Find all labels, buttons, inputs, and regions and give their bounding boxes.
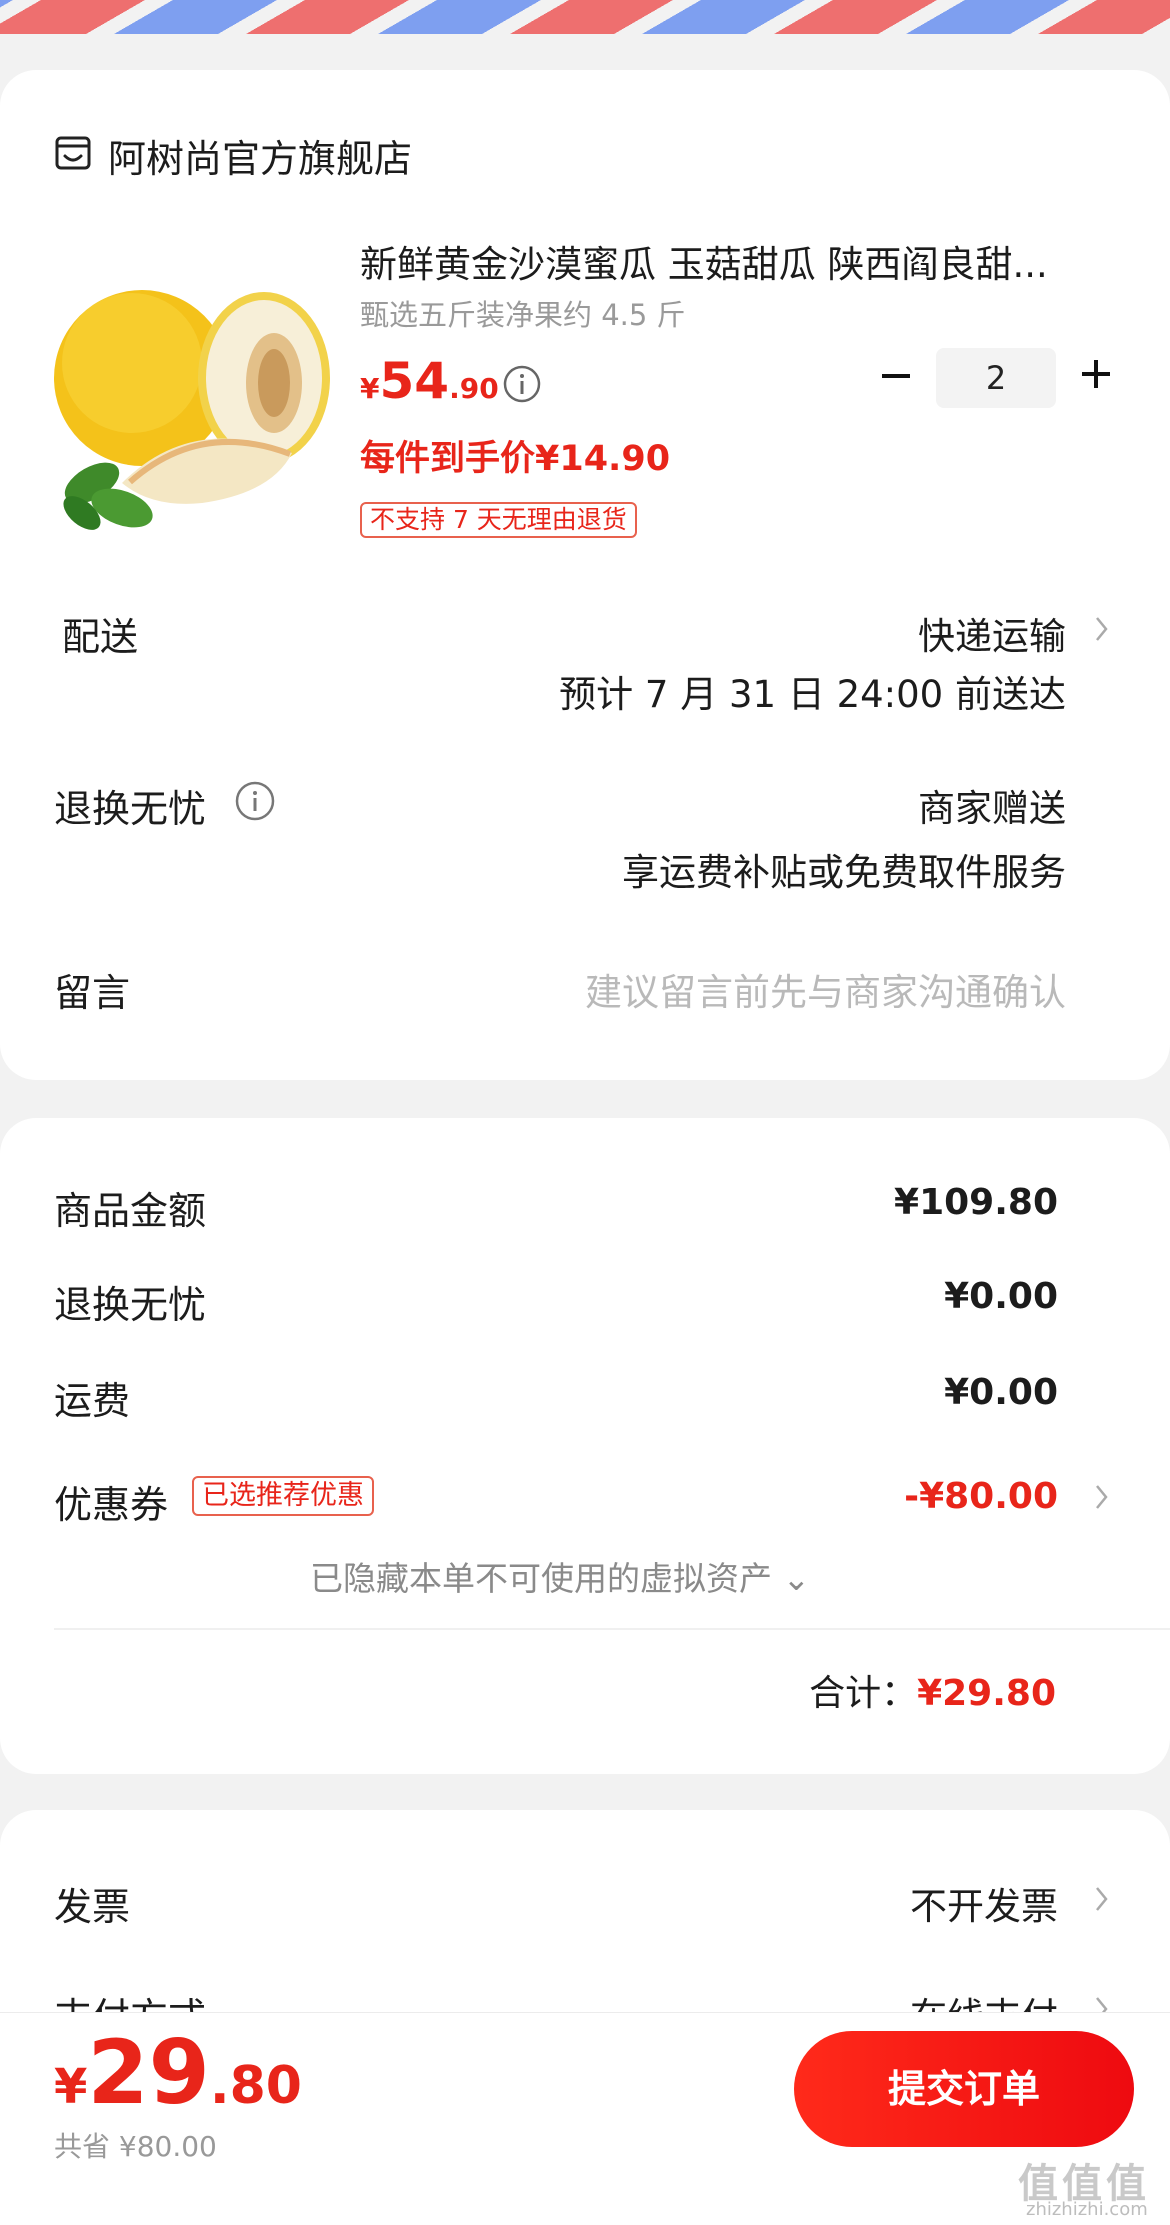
invoice-label: 发票: [54, 1885, 131, 1929]
goods-amount-label: 商品金额: [54, 1189, 207, 1233]
store-name[interactable]: 阿树尚官方旗舰店: [108, 128, 412, 183]
chevron-right-icon[interactable]: [1092, 612, 1112, 646]
delivery-label: 配送: [62, 615, 139, 659]
coupon-tag: 已选推荐优惠: [192, 1476, 374, 1516]
minus-icon[interactable]: [876, 356, 916, 396]
pay-symbol: ¥: [54, 2059, 88, 2115]
pay-decimal: .80: [209, 2056, 302, 2116]
price-summary-card: 商品金额 ¥109.80 退换无忧 ¥0.00 运费 ¥0.00 优惠券 已选推…: [0, 1118, 1170, 1774]
order-total: 合计：¥29.80: [809, 1664, 1056, 1716]
checkout-bar: ¥29.80 共省 ¥80.00 提交订单 值值值 zhizhizhi.com: [0, 2012, 1170, 2225]
total-label: 合计：: [809, 1673, 918, 1714]
no-return-tag: 不支持 7 天无理由退货: [360, 502, 637, 538]
plus-icon[interactable]: [1076, 354, 1116, 394]
product-spec: 甄选五斤装净果约 4.5 斤: [360, 298, 686, 332]
price-info-icon[interactable]: [502, 364, 542, 404]
per-item-price: 每件到手价¥14.90: [360, 439, 671, 479]
coupon-value[interactable]: -¥80.00: [904, 1476, 1058, 1517]
shipping-fee-label: 运费: [54, 1379, 131, 1423]
store-icon: [55, 136, 91, 170]
return-fee-value: ¥0.00: [944, 1276, 1058, 1317]
quantity-input[interactable]: 2: [936, 348, 1056, 408]
product-image[interactable]: [52, 268, 330, 568]
hidden-assets-toggle[interactable]: 已隐藏本单不可使用的虚拟资产 ⌄: [310, 1552, 810, 1600]
saved-amount: 共省 ¥80.00: [54, 2130, 217, 2163]
price-decimal: .90: [449, 372, 499, 405]
price-integer: 54: [379, 352, 450, 410]
submit-order-button[interactable]: 提交订单: [794, 2031, 1134, 2147]
chevron-right-icon[interactable]: [1092, 1480, 1112, 1514]
return-info-icon[interactable]: [234, 780, 276, 822]
return-fee-label: 退换无忧: [54, 1283, 207, 1327]
watermark-url: zhizhizhi.com: [1026, 2199, 1148, 2220]
pay-amount: ¥29.80: [54, 2021, 302, 2124]
goods-amount-value: ¥109.80: [894, 1182, 1058, 1223]
airmail-border: [0, 0, 1170, 34]
chevron-right-icon[interactable]: [1092, 1882, 1112, 1916]
shipping-fee-value: ¥0.00: [944, 1372, 1058, 1413]
pay-integer: 29: [87, 2021, 210, 2124]
price-symbol: ¥: [360, 372, 380, 405]
delivery-method[interactable]: 快递运输: [918, 606, 1066, 660]
order-item-card: 阿树尚官方旗舰店 新鲜黄金沙漠蜜瓜 玉菇甜瓜 陕西阎良甜... 甄选五斤装净果约…: [0, 70, 1170, 1080]
divider: [54, 1628, 1170, 1630]
message-label: 留言: [54, 971, 131, 1015]
return-service-label: 退换无忧: [54, 787, 207, 831]
delivery-eta: 预计 7 月 31 日 24:00 前送达: [559, 673, 1066, 716]
product-price: ¥54.90: [360, 352, 499, 410]
total-value: ¥29.80: [917, 1673, 1056, 1714]
return-service-provider: 商家赠送: [918, 787, 1066, 830]
message-input[interactable]: 建议留言前先与商家沟通确认: [585, 962, 1066, 1016]
product-title[interactable]: 新鲜黄金沙漠蜜瓜 玉菇甜瓜 陕西阎良甜...: [360, 234, 1100, 288]
return-service-desc: 享运费补贴或免费取件服务: [622, 851, 1066, 894]
coupon-label: 优惠券: [54, 1483, 169, 1527]
invoice-value[interactable]: 不开发票: [910, 1876, 1058, 1930]
